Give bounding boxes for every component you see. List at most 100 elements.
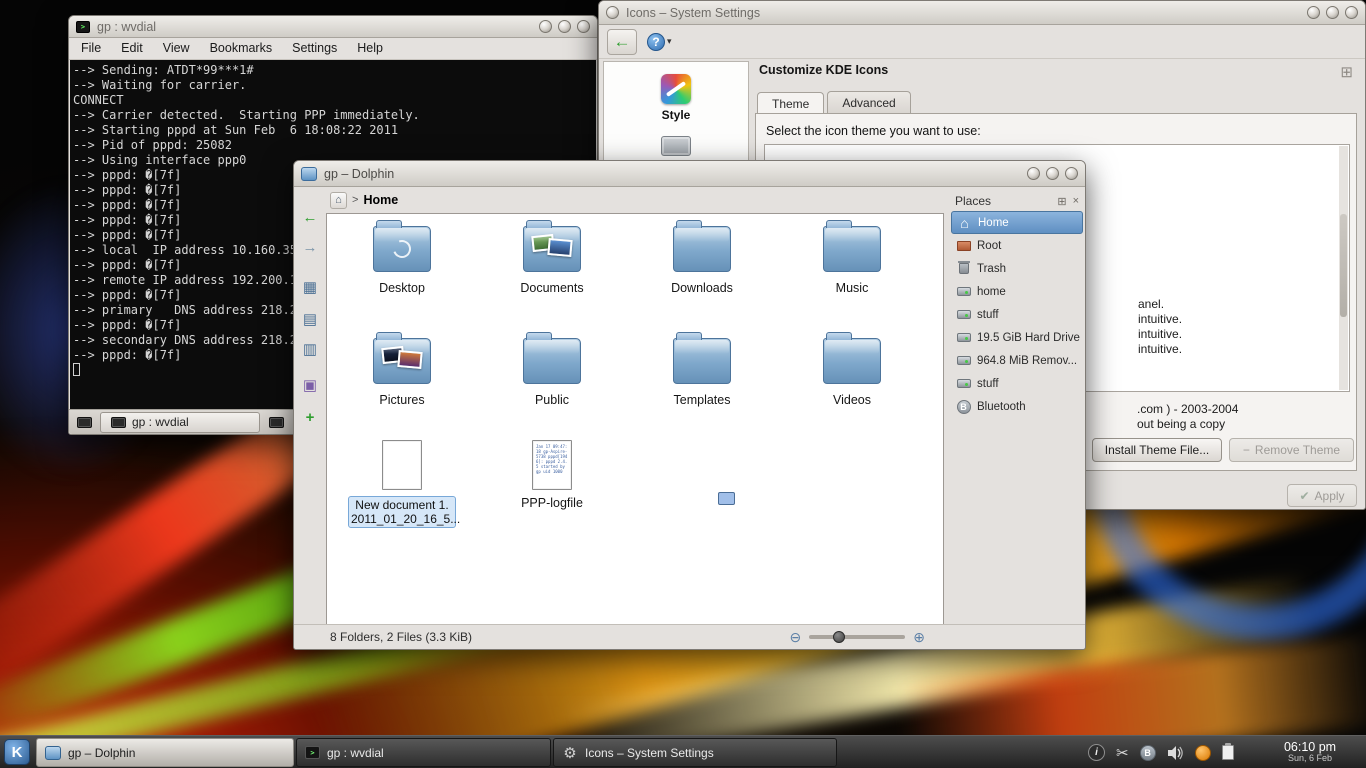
place-item-trash[interactable]: Trash [951, 257, 1083, 280]
place-item-stuff[interactable]: stuff [951, 303, 1083, 326]
icons-view-button[interactable]: ▦ [298, 275, 322, 299]
remove-theme-button[interactable]: −Remove Theme [1229, 438, 1354, 462]
tab-label: gp : wvdial [132, 415, 189, 429]
folder-label: Videos [797, 393, 907, 407]
tab-advanced[interactable]: Advanced [827, 91, 910, 115]
overview-grid-icon[interactable]: ⊞ [1340, 63, 1353, 81]
folder-item-videos[interactable]: Videos [797, 338, 907, 407]
close-button[interactable] [577, 20, 590, 33]
tab-list-button[interactable] [264, 410, 288, 434]
list-scrollbar[interactable] [1339, 146, 1348, 390]
breadcrumb-home[interactable]: Home [363, 193, 398, 207]
status-text: 8 Folders, 2 Files (3.3 KiB) [330, 630, 472, 644]
close-button[interactable] [1065, 167, 1078, 180]
dolphin-titlebar[interactable]: gp – Dolphin [294, 161, 1085, 187]
folder-label: Music [797, 281, 907, 295]
clipboard-icon[interactable] [1222, 745, 1234, 760]
system-tray: i ✂ B [1088, 736, 1234, 768]
notifications-icon[interactable]: i [1088, 744, 1105, 761]
zoom-slider[interactable] [809, 635, 905, 639]
place-item-stuff-2[interactable]: stuff [951, 372, 1083, 395]
folder-item-music[interactable]: Music [797, 226, 907, 295]
sidebar-item-partial-icon[interactable] [661, 136, 691, 156]
menu-view[interactable]: View [163, 41, 190, 55]
taskbar-item-system-settings[interactable]: ⚙ Icons – System Settings [553, 738, 837, 767]
minimize-button[interactable] [1307, 6, 1320, 19]
konsole-titlebar[interactable]: > gp : wvdial [69, 16, 597, 38]
panel-detach-icon[interactable]: ⊞ [1057, 195, 1066, 208]
menu-file[interactable]: File [81, 41, 101, 55]
text-file-icon: Jan 17 09:47:18 gp-Aspire-5738 pppd[1946… [532, 440, 572, 490]
minimize-button[interactable] [1027, 167, 1040, 180]
icons-view-icon: ▦ [303, 278, 317, 296]
folder-item-templates[interactable]: Templates [647, 338, 757, 407]
minimize-button[interactable] [539, 20, 552, 33]
bluetooth-tray-icon[interactable]: B [1140, 745, 1156, 761]
maximize-button[interactable] [558, 20, 571, 33]
place-item-home[interactable]: ⌂Home [951, 211, 1083, 234]
sidebar-item-style[interactable]: Style [604, 74, 748, 122]
volume-icon[interactable] [1167, 745, 1184, 761]
app-launcher-button[interactable]: K [0, 736, 34, 768]
taskbar-item-dolphin[interactable]: gp – Dolphin [36, 738, 294, 767]
help-button[interactable]: ? ▾ [647, 33, 672, 51]
folder-item-desktop[interactable]: Desktop [347, 226, 457, 295]
dolphin-icon-view[interactable]: Desktop Documents Downloads Music Pictur… [326, 213, 944, 626]
zoom-out-icon[interactable]: ⊖ [790, 629, 802, 646]
konsole-window-title: gp : wvdial [97, 20, 156, 34]
zoom-in-icon[interactable]: ⊕ [913, 629, 925, 646]
terminal-line: CONNECT [73, 93, 594, 108]
file-label: PPP-logfile [497, 496, 607, 510]
updates-tray-icon[interactable] [1195, 745, 1211, 761]
folder-item-downloads[interactable]: Downloads [647, 226, 757, 295]
folder-item-pictures[interactable]: Pictures [347, 338, 457, 407]
places-root-button[interactable]: ⌂ [330, 192, 347, 209]
settings-tabs: Theme Advanced [757, 91, 911, 115]
details-view-button[interactable]: ▤ [298, 307, 322, 331]
maximize-button[interactable] [1326, 6, 1339, 19]
folder-icon [373, 226, 431, 272]
file-item-new-document[interactable]: New document 1. 2011_01_20_16_5... [347, 440, 457, 528]
forward-button[interactable]: → [298, 235, 322, 259]
file-item-ppp-logfile[interactable]: Jan 17 09:47:18 gp-Aspire-5738 pppd[1946… [497, 440, 607, 510]
place-item-bluetooth[interactable]: BBluetooth [951, 395, 1083, 418]
trash-icon [956, 261, 971, 276]
place-item-removable[interactable]: 964.8 MiB Remov... [951, 349, 1083, 372]
place-item-home-partition[interactable]: home [951, 280, 1083, 303]
drag-ghost-icon [718, 492, 735, 505]
apply-button[interactable]: ✔Apply [1287, 484, 1357, 507]
folder-icon [956, 238, 971, 253]
back-button[interactable]: ← [298, 205, 322, 229]
terminal-cursor [73, 363, 80, 376]
menu-settings[interactable]: Settings [292, 41, 337, 55]
place-item-hard-drive[interactable]: 19.5 GiB Hard Drive [951, 326, 1083, 349]
folder-item-public[interactable]: Public [497, 338, 607, 407]
split-view-button[interactable]: ▣ [298, 373, 322, 397]
install-theme-button[interactable]: Install Theme File... [1092, 438, 1222, 462]
maximize-button[interactable] [1046, 167, 1059, 180]
back-button[interactable]: ← [607, 29, 637, 55]
taskbar-item-wvdial[interactable]: > gp : wvdial [296, 738, 551, 767]
close-button[interactable] [1345, 6, 1358, 19]
add-button[interactable]: + [298, 405, 322, 429]
klipper-scissors-icon[interactable]: ✂ [1116, 744, 1129, 762]
zoom-slider-handle[interactable] [833, 631, 845, 643]
window-menu-button[interactable] [606, 6, 619, 19]
menu-edit[interactable]: Edit [121, 41, 143, 55]
folder-icon [373, 338, 431, 384]
columns-view-button[interactable]: ▥ [298, 337, 322, 361]
place-item-root[interactable]: Root [951, 234, 1083, 257]
help-icon: ? [647, 33, 665, 51]
clock[interactable]: 06:10 pm Sun, 6 Feb [1262, 736, 1358, 768]
check-icon: ✔ [1299, 489, 1309, 503]
folder-label: Desktop [347, 281, 457, 295]
terminal-line: --> Pid of pppd: 25082 [73, 138, 594, 153]
folder-label: Public [497, 393, 607, 407]
menu-help[interactable]: Help [357, 41, 383, 55]
panel-close-icon[interactable]: × [1073, 195, 1079, 208]
settings-titlebar[interactable]: Icons – System Settings [599, 1, 1365, 25]
new-tab-button[interactable] [72, 410, 96, 434]
konsole-tab[interactable]: gp : wvdial [100, 412, 260, 433]
menu-bookmarks[interactable]: Bookmarks [210, 41, 273, 55]
folder-item-documents[interactable]: Documents [497, 226, 607, 295]
